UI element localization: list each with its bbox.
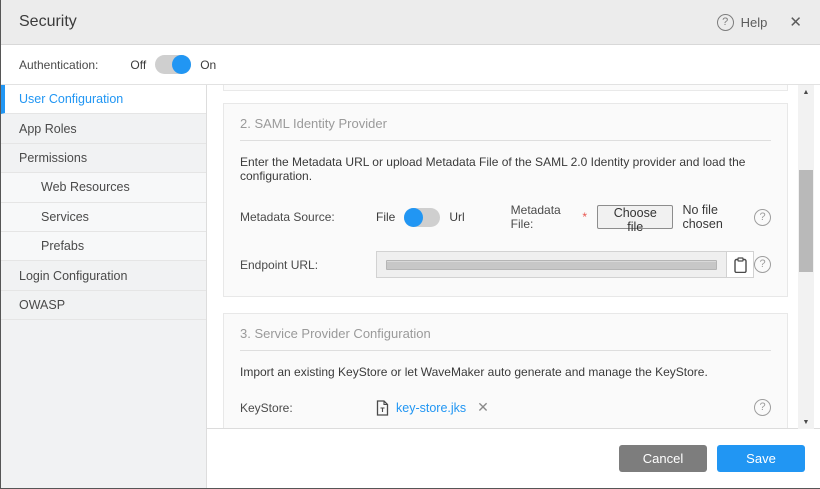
metadata-source-row: Metadata Source: File Url Metadata File:… (240, 203, 771, 231)
toggle-knob (172, 55, 191, 74)
saml-identity-provider-section: 2. SAML Identity Provider Enter the Meta… (223, 103, 788, 297)
keystore-label: KeyStore: (240, 401, 376, 415)
scrollbar-thumb[interactable] (799, 170, 813, 272)
footer-actions: Cancel Save (207, 429, 820, 488)
section-description: Import an existing KeyStore or let WaveM… (240, 365, 771, 379)
close-icon[interactable]: ✕ (789, 13, 802, 31)
section-title: 3. Service Provider Configuration (240, 326, 771, 351)
content-scroll-area: 2. SAML Identity Provider Enter the Meta… (207, 85, 820, 429)
help-icon[interactable]: ? (754, 256, 771, 273)
authentication-label: Authentication: (19, 58, 98, 72)
redacted-url-value (386, 260, 717, 270)
authentication-on-label: On (200, 58, 216, 72)
toggle-knob (404, 208, 423, 227)
security-dialog: Security ? Help ✕ Authentication: Off On… (0, 0, 820, 489)
choose-file-button[interactable]: Choose file (597, 205, 673, 229)
section-description: Enter the Metadata URL or upload Metadat… (240, 155, 771, 183)
scroll-up-icon[interactable]: ▲ (798, 86, 814, 98)
help-label: Help (741, 15, 768, 30)
sidebar: User Configuration App Roles Permissions… (1, 85, 207, 488)
sidebar-item-app-roles[interactable]: App Roles (1, 114, 206, 143)
authentication-row: Authentication: Off On (1, 45, 820, 85)
help-button[interactable]: ? Help (717, 14, 768, 31)
keystore-file-link[interactable]: key-store.jks (396, 401, 466, 415)
save-button[interactable]: Save (717, 445, 805, 472)
sidebar-item-permissions[interactable]: Permissions (1, 144, 206, 173)
sidebar-item-login-configuration[interactable]: Login Configuration (1, 261, 206, 290)
remove-keystore-icon[interactable]: ✕ (477, 399, 489, 416)
service-provider-configuration-section: 3. Service Provider Configuration Import… (223, 313, 788, 429)
help-icon[interactable]: ? (754, 399, 771, 416)
file-option-label: File (376, 210, 395, 224)
sidebar-item-services[interactable]: Services (1, 203, 206, 232)
file-text-icon (376, 400, 389, 416)
endpoint-url-input[interactable] (376, 251, 754, 278)
help-icon[interactable]: ? (754, 209, 771, 226)
file-chosen-status: No file chosen (682, 203, 754, 231)
authentication-toggle[interactable] (155, 55, 191, 74)
scroll-down-icon[interactable]: ▼ (798, 416, 814, 428)
sidebar-item-web-resources[interactable]: Web Resources (1, 173, 206, 202)
keystore-file-chip: key-store.jks ✕ (376, 399, 489, 416)
vertical-scrollbar[interactable]: ▲ ▼ (798, 85, 814, 429)
previous-section-edge (223, 85, 788, 91)
page-title: Security (19, 13, 77, 31)
title-bar: Security ? Help ✕ (1, 0, 820, 45)
endpoint-url-row: Endpoint URL: ? (240, 251, 771, 278)
metadata-file-label: Metadata File: (511, 203, 580, 231)
required-mark: * (582, 210, 587, 224)
sidebar-item-user-configuration[interactable]: User Configuration (1, 85, 206, 114)
copy-button[interactable] (726, 252, 753, 277)
url-option-label: Url (449, 210, 464, 224)
sidebar-item-owasp[interactable]: OWASP (1, 291, 206, 320)
cancel-button[interactable]: Cancel (619, 445, 707, 472)
main-panel: 2. SAML Identity Provider Enter the Meta… (207, 85, 820, 488)
help-icon: ? (717, 14, 734, 31)
sidebar-item-prefabs[interactable]: Prefabs (1, 232, 206, 261)
copy-icon (734, 257, 747, 273)
metadata-source-label: Metadata Source: (240, 210, 376, 224)
authentication-off-label: Off (130, 58, 146, 72)
keystore-row: KeyStore: key-store.jks ✕ ? (240, 399, 771, 416)
metadata-source-toggle[interactable] (404, 208, 440, 227)
section-title: 2. SAML Identity Provider (240, 116, 771, 141)
endpoint-url-label: Endpoint URL: (240, 258, 376, 272)
